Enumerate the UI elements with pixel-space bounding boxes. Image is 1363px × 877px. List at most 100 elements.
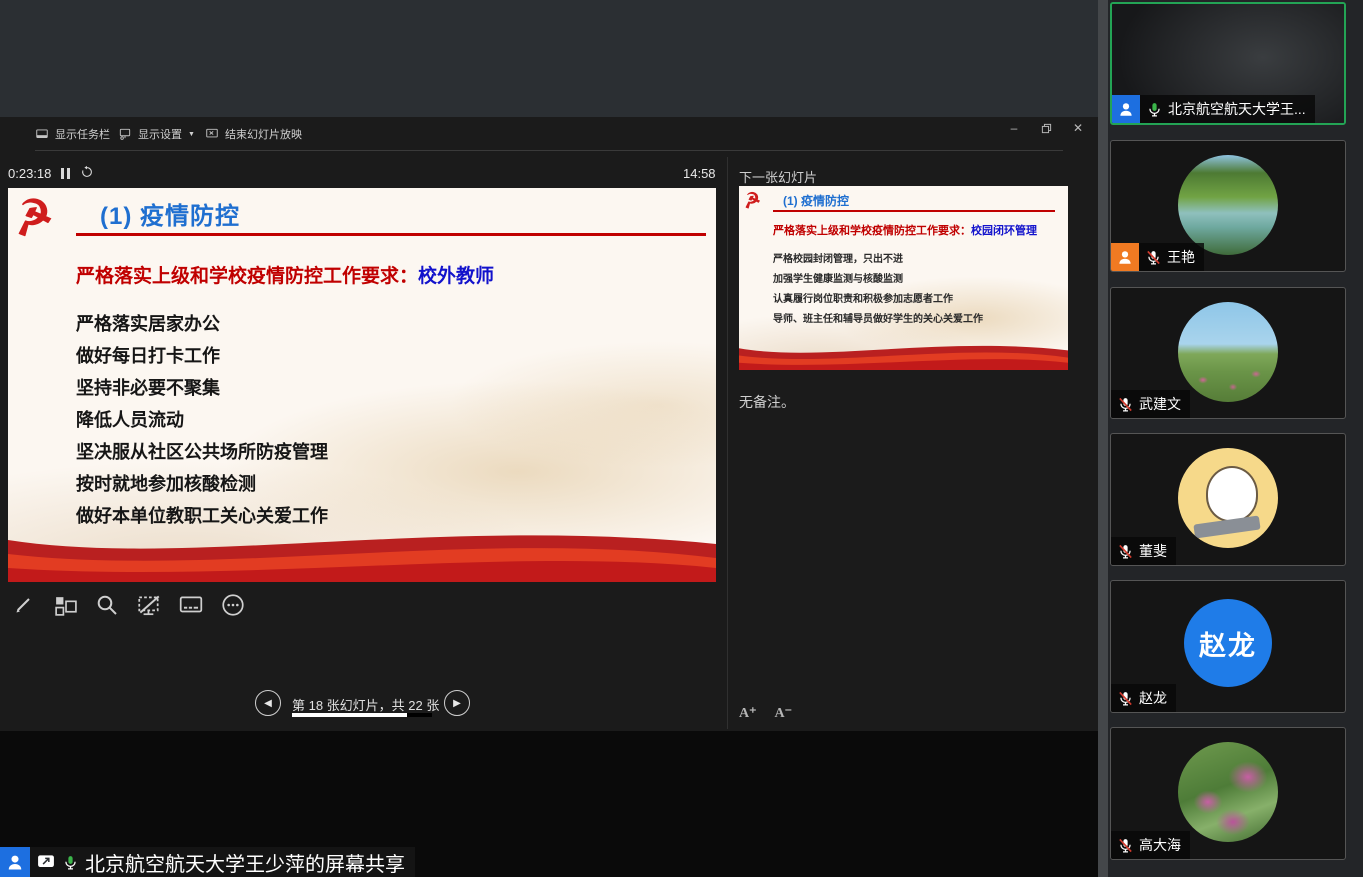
next-slide-title: (1) 疫情防控 [783,192,849,209]
black-screen-icon [136,592,162,618]
window-controls: – ✕ [1006,121,1086,135]
red-ribbon-decoration [739,340,1068,370]
slide-bullet: 坚决服从社区公共场所防疫管理 [76,436,328,468]
presenter-view-window: 显示任务栏 显示设置 ▼ 结束幻灯片放映 – ✕ [0,117,1098,731]
red-ribbon-decoration [8,524,716,582]
slide-bullet: 做好每日打卡工作 [76,340,328,372]
panel-divider [727,157,728,729]
slideshow-timer: 0:23:18 [8,165,94,182]
captions-button[interactable] [178,592,204,618]
screen-share-icon [36,852,56,872]
subtitle-requirement: 严格落实上级和学校疫情防控工作要求： [76,266,418,287]
current-time: 14:58 [683,166,716,181]
host-badge-icon [1112,95,1140,123]
more-ellipsis-icon [220,592,246,618]
see-all-slides-button[interactable] [52,592,78,618]
participant-avatar: 赵龙 [1184,599,1272,687]
display-settings-button[interactable]: 显示设置 ▼ [118,126,195,142]
slide-bullet: 按时就地参加核酸检测 [76,468,328,500]
current-slide[interactable]: ☭ (1) 疫情防控 严格落实上级和学校疫情防控工作要求：校外教师 严格落实居家… [8,188,716,582]
participants-sidebar: 北京航空航天大学王... 王艳 武建文 [1098,0,1363,877]
next-slide-button[interactable]: ▶ [444,690,470,716]
notes-font-controls: A⁺ A⁻ [739,705,792,722]
zoom-slide-button[interactable] [94,592,120,618]
participant-label: 武建文 [1111,390,1190,418]
next-arrow-icon: ▶ [453,698,461,709]
party-emblem-icon: ☭ [8,188,60,250]
magnifier-icon [95,593,119,617]
participant-avatar [1178,155,1278,255]
previous-slide-button[interactable]: ◀ [255,690,281,716]
presenter-badge [0,847,30,877]
increase-font-button[interactable]: A⁺ [739,705,757,722]
mic-muted-icon [1117,837,1134,854]
pause-timer-button[interactable] [61,168,70,179]
participant-name: 王艳 [1167,247,1195,267]
chevron-down-icon: ▼ [188,131,195,138]
next-slide-thumbnail[interactable]: ☭ (1) 疫情防控 严格落实上级和学校疫情防控工作要求：校园闭环管理 严格校园… [739,186,1068,370]
participant-avatar [1178,448,1278,548]
participant-label: 董斐 [1111,537,1176,565]
participant-name: 高大海 [1139,835,1181,855]
slide-tools [10,592,246,618]
participant-tile[interactable]: 武建文 [1110,287,1346,419]
restore-button[interactable] [1038,121,1054,135]
participant-name: 赵龙 [1139,688,1167,708]
participant-tile[interactable]: 赵龙 赵龙 [1110,580,1346,713]
black-screen-button[interactable] [136,592,162,618]
end-slideshow-label: 结束幻灯片放映 [225,126,302,142]
slide-bullet: 坚持非必要不聚集 [76,372,328,404]
subtitle-requirement: 严格落实上级和学校疫情防控工作要求： [773,225,971,237]
restart-timer-icon [80,165,94,179]
subtitle-target: 校园闭环管理 [971,225,1037,237]
participant-label: 赵龙 [1111,684,1176,712]
decrease-font-button[interactable]: A⁻ [775,705,793,722]
restart-timer-button[interactable] [80,165,94,182]
mic-muted-icon [1117,690,1134,707]
mic-on-icon [1146,101,1163,118]
share-label-strip: 北京航空航天大学王少萍的屏幕共享 [30,847,415,877]
sidebar-resize-handle[interactable] [1098,0,1108,877]
participant-tile[interactable]: 高大海 [1110,727,1346,860]
next-slide-subtitle: 严格落实上级和学校疫情防控工作要求：校园闭环管理 [773,222,1037,238]
person-icon [1117,100,1135,118]
elapsed-time: 0:23:18 [8,166,51,181]
slide-title: (1) 疫情防控 [100,196,240,231]
end-slideshow-icon [205,127,219,141]
participant-avatar [1178,302,1278,402]
more-options-button[interactable] [220,592,246,618]
pen-button[interactable] [10,592,36,618]
next-slide-header: 下一张幻灯片 [739,167,817,186]
slide-bullet: 认真履行岗位职责和积极参加志愿者工作 [773,290,983,310]
previous-arrow-icon: ◀ [264,698,272,709]
mic-muted-icon [1117,396,1134,413]
mic-muted-icon [1117,543,1134,560]
share-banner-text: 北京航空航天大学王少萍的屏幕共享 [85,848,405,877]
show-taskbar-button[interactable]: 显示任务栏 [35,126,110,142]
minimize-button[interactable]: – [1006,121,1022,135]
toolbar-divider [35,150,1063,151]
participant-label: 王艳 [1111,243,1204,271]
close-button[interactable]: ✕ [1070,121,1086,135]
pen-icon [11,593,35,617]
presenter-toolbar: 显示任务栏 显示设置 ▼ 结束幻灯片放映 – ✕ [0,117,1098,150]
slide-subtitle: 严格落实上级和学校疫情防控工作要求：校外教师 [76,261,494,288]
show-taskbar-label: 显示任务栏 [55,126,110,142]
slide-bullet: 严格校园封闭管理，只出不进 [773,250,983,270]
person-icon [1116,248,1134,266]
participant-tile[interactable]: 王艳 [1110,140,1346,272]
participant-name: 北京航空航天大学王... [1168,99,1306,119]
captions-icon [178,592,204,618]
participant-tile[interactable]: 北京航空航天大学王... [1110,2,1346,125]
participant-tile[interactable]: 董斐 [1110,433,1346,566]
participant-name: 武建文 [1139,394,1181,414]
slide-bullet: 降低人员流动 [76,404,328,436]
mic-muted-icon [1145,249,1162,266]
slide-bullet: 加强学生健康监测与核酸监测 [773,270,983,290]
title-underline [76,233,706,236]
slides-grid-icon [53,593,78,618]
end-slideshow-button[interactable]: 结束幻灯片放映 [205,126,302,142]
restore-icon [1041,123,1052,134]
shared-screen-area: 显示任务栏 显示设置 ▼ 结束幻灯片放映 – ✕ [0,0,1098,877]
mic-on-icon [62,854,79,871]
